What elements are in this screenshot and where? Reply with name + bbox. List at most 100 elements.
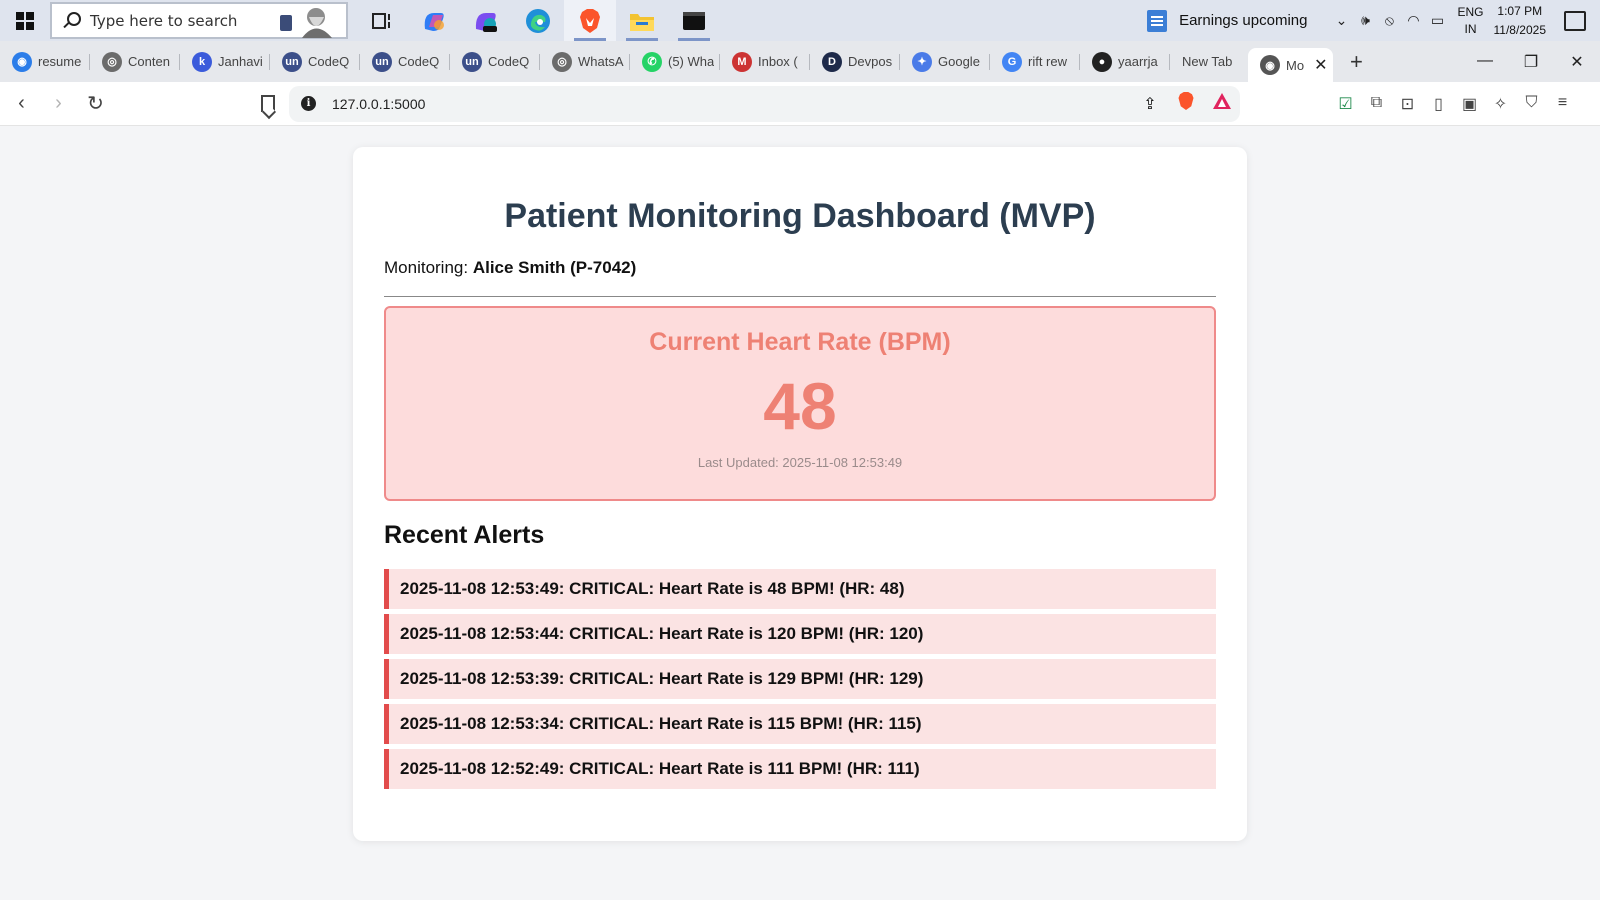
tab-item[interactable]: Grift rew: [990, 46, 1080, 78]
tab-active[interactable]: ◉ Mo ✕: [1248, 48, 1334, 82]
new-tab-button[interactable]: +: [1339, 49, 1373, 75]
brave-rewards-icon[interactable]: [1204, 92, 1240, 115]
divider: [384, 296, 1216, 297]
language-indicator[interactable]: ENG IN: [1457, 4, 1483, 38]
patient-name: Alice Smith (P-7042): [472, 258, 637, 277]
tab-item[interactable]: un CodeQ: [270, 46, 360, 78]
extensions-icon[interactable]: ⧉: [1361, 94, 1392, 114]
taskbar-search-box[interactable]: Type here to search: [50, 2, 348, 39]
page-title: Patient Monitoring Dashboard (MVP): [504, 197, 1096, 235]
alerts-heading: Recent Alerts: [384, 521, 545, 549]
search-icon: [62, 11, 81, 30]
mic-muted-icon[interactable]: ⦸: [1377, 0, 1401, 41]
alert-item: 2025-11-08 12:53:34: CRITICAL: Heart Rat…: [384, 704, 1216, 744]
heart-rate-value: 48: [763, 369, 837, 443]
tab-item[interactable]: ✦ Google: [900, 46, 990, 78]
tab-favicon-icon: un: [372, 51, 392, 72]
tab-label: yaarrja: [1118, 54, 1158, 69]
tab-label: resume: [38, 54, 82, 69]
tab-favicon-icon: ✦: [912, 51, 932, 72]
alert-list: 2025-11-08 12:53:49: CRITICAL: Heart Rat…: [384, 569, 1216, 789]
tab-favicon-icon: D: [822, 51, 842, 72]
restore-icon[interactable]: ❐: [1508, 52, 1554, 72]
tab-label: Google: [938, 54, 980, 69]
chevron-up-icon[interactable]: ⌄: [1329, 0, 1353, 41]
wifi-icon[interactable]: ◠: [1401, 0, 1425, 41]
screenshot-icon[interactable]: ⊡: [1392, 94, 1423, 114]
close-window-icon[interactable]: ✕: [1554, 52, 1600, 72]
tab-item[interactable]: ◉ resume: [0, 46, 90, 78]
edge-icon[interactable]: [512, 0, 564, 41]
tab-item[interactable]: ● yaarrja: [1080, 46, 1170, 78]
start-button[interactable]: [0, 0, 50, 41]
terminal-icon[interactable]: [668, 0, 720, 41]
tab-label: WhatsA: [578, 54, 624, 69]
alert-item: 2025-11-08 12:53:39: CRITICAL: Heart Rat…: [384, 659, 1216, 699]
tab-strip: ◉ resume ◎ Conten k Janhavi un CodeQ un CodeQ un Co…: [0, 41, 1600, 82]
vpn-icon[interactable]: ⛉: [1516, 94, 1547, 114]
tab-favicon-icon: ✆: [642, 51, 662, 72]
tab-item[interactable]: k Janhavi: [180, 46, 270, 78]
heart-rate-label: Current Heart Rate (BPM): [649, 328, 951, 356]
brave-shields-icon[interactable]: [1168, 91, 1204, 116]
alert-item: 2025-11-08 12:53:49: CRITICAL: Heart Rat…: [384, 569, 1216, 609]
tab-label: Janhavi: [218, 54, 263, 69]
browser-toolbar: ‹ › ↻ i 127.0.0.1:5000 ⇪ ☑ ⧉ ⊡ ▯ ▣ ✧ ⛉ ≡: [0, 82, 1600, 126]
sidebar-icon[interactable]: ▯: [1423, 94, 1454, 114]
tab-favicon-icon: G: [1002, 51, 1022, 72]
tab-list: ◉ resume ◎ Conten k Janhavi un CodeQ un CodeQ un Co…: [0, 46, 1248, 78]
share-icon[interactable]: ⇪: [1132, 94, 1168, 114]
site-info-icon[interactable]: i: [301, 96, 316, 111]
language-code: ENG: [1457, 4, 1484, 19]
wallet-icon[interactable]: ▣: [1454, 94, 1485, 114]
monitoring-line: Monitoring: Alice Smith (P-7042): [384, 258, 1216, 278]
windows-taskbar: Type here to search Earnings upcoming ⌄ …: [0, 0, 1600, 41]
task-view-icon[interactable]: [356, 0, 408, 41]
file-explorer-icon[interactable]: [616, 0, 668, 41]
tab-label: Devpos: [848, 54, 893, 69]
leo-ai-icon[interactable]: ✧: [1485, 94, 1516, 114]
news-widget[interactable]: Earnings upcoming: [1147, 9, 1308, 32]
minimize-icon[interactable]: —: [1462, 52, 1508, 72]
tab-item[interactable]: un CodeQ: [450, 46, 540, 78]
tab-item[interactable]: ◎ WhatsA: [540, 46, 630, 78]
tab-item[interactable]: un CodeQ: [360, 46, 450, 78]
alert-item: 2025-11-08 12:53:44: CRITICAL: Heart Rat…: [384, 614, 1216, 654]
tab-label: rift rew: [1028, 54, 1067, 69]
bookmark-icon[interactable]: [261, 95, 275, 112]
back-icon[interactable]: ‹: [6, 88, 37, 120]
tab-item[interactable]: ✆ (5) Wha: [630, 46, 720, 78]
windows-logo-icon: [16, 11, 34, 30]
heart-rate-panel: Current Heart Rate (BPM) 48 Last Updated…: [384, 306, 1216, 501]
menu-icon[interactable]: ≡: [1547, 94, 1578, 114]
tab-favicon-icon: M: [732, 51, 752, 72]
forward-icon[interactable]: ›: [43, 88, 74, 120]
reload-icon[interactable]: ↻: [80, 88, 111, 120]
battery-icon[interactable]: ▭: [1425, 0, 1449, 41]
tab-item[interactable]: M Inbox (: [720, 46, 810, 78]
monitoring-label: Monitoring:: [384, 258, 473, 277]
copilot-icon[interactable]: [408, 0, 460, 41]
tab-favicon-icon: k: [192, 51, 212, 72]
tab-label: New Tab: [1182, 54, 1233, 69]
tab-item[interactable]: New Tab: [1170, 46, 1248, 78]
dashboard-card: Patient Monitoring Dashboard (MVP) Monit…: [353, 147, 1247, 841]
tab-label: CodeQ: [488, 54, 530, 69]
tab-item[interactable]: ◎ Conten: [90, 46, 180, 78]
tab-favicon-icon: ◉: [12, 51, 32, 72]
notification-icon[interactable]: [1564, 10, 1586, 31]
tab-label: (5) Wha: [668, 54, 714, 69]
close-tab-icon[interactable]: ✕: [1314, 55, 1327, 75]
tab-label: CodeQ: [308, 54, 350, 69]
tab-label: Inbox (: [758, 54, 798, 69]
extension-checkbox-icon[interactable]: ☑: [1330, 94, 1361, 114]
clock[interactable]: 1:07 PM 11/8/2025: [1494, 2, 1547, 40]
brave-taskbar-icon[interactable]: [564, 0, 616, 41]
tab-item[interactable]: D Devpos: [810, 46, 900, 78]
address-bar[interactable]: i 127.0.0.1:5000 ⇪: [289, 85, 1240, 122]
address-url[interactable]: 127.0.0.1:5000: [332, 96, 425, 112]
tab-favicon-icon: ●: [1092, 51, 1112, 72]
volume-icon[interactable]: 🕪: [1353, 0, 1377, 41]
microsoft-365-copilot-icon[interactable]: [460, 0, 512, 41]
news-text: Earnings upcoming: [1179, 12, 1308, 29]
